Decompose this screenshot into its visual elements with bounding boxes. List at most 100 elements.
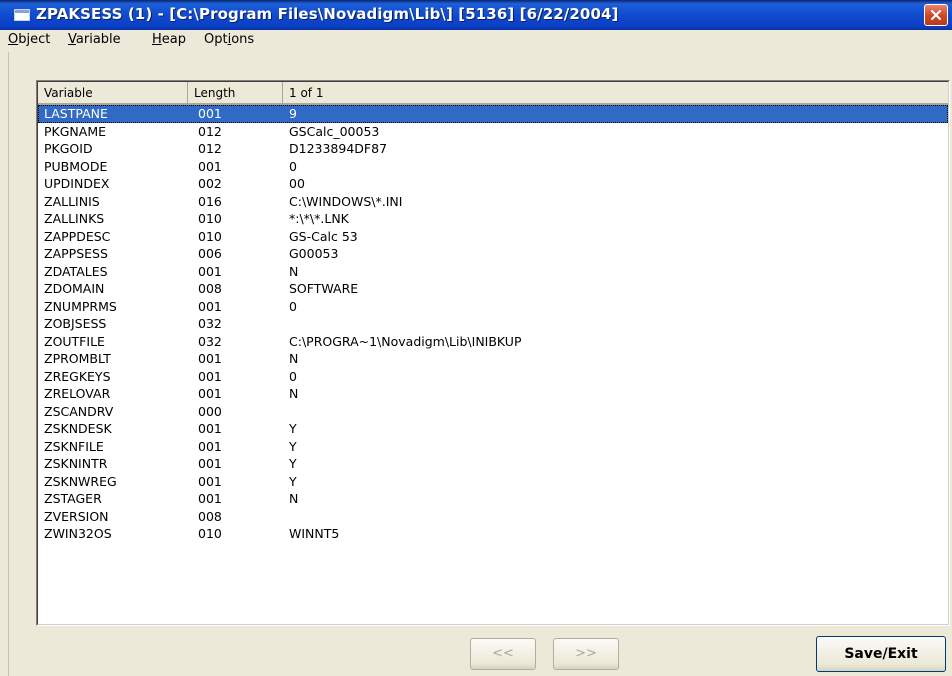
variable-cell: PUBMODE <box>44 158 108 174</box>
variable-cell: ZAPPDESC <box>44 228 111 244</box>
table-row[interactable]: ZVERSION 008 <box>38 508 948 526</box>
table-row[interactable]: ZALLINIS 016 C:\WINDOWS\*.INI <box>38 193 948 211</box>
menu-bar: Object Variable Heap Options <box>0 30 952 52</box>
title-bar[interactable]: ZPAKSESS (1) - [C:\Program Files\Novadig… <box>0 0 952 30</box>
length-cell: 008 <box>198 508 222 524</box>
value-cell: GS-Calc 53 <box>289 228 358 244</box>
table-row[interactable]: ZNUMPRMS 001 0 <box>38 298 948 316</box>
value-cell: WINNT5 <box>289 526 340 541</box>
length-cell: 001 <box>198 438 222 454</box>
table-row[interactable]: ZDOMAIN 008 SOFTWARE <box>38 280 948 298</box>
value-cell: N <box>289 386 299 401</box>
table-row[interactable]: PKGOID 012 D1233894DF87 <box>38 140 948 158</box>
value-cell: Y <box>289 438 297 454</box>
table-row[interactable]: ZDATALES 001 N <box>38 263 948 281</box>
variable-cell: ZSKNFILE <box>44 438 104 454</box>
variable-cell: ZSKNWREG <box>44 473 117 489</box>
table-row[interactable]: ZALLINKS 010 *:\*\*.LNK <box>38 210 948 228</box>
value-cell: Y <box>289 473 297 489</box>
menu-variable[interactable]: Variable <box>68 32 121 47</box>
length-cell: 012 <box>198 123 222 139</box>
value-cell: G00053 <box>289 246 339 261</box>
table-row[interactable]: ZOBJSESS 032 <box>38 315 948 333</box>
table-row[interactable]: UPDINDEX 002 00 <box>38 175 948 193</box>
next-button-label: >> <box>575 646 597 661</box>
table-row[interactable]: PUBMODE 001 0 <box>38 158 948 176</box>
previous-button[interactable]: << <box>470 638 536 670</box>
table-row[interactable]: ZSKNFILE 001 Y <box>38 438 948 456</box>
variable-cell: UPDINDEX <box>44 176 110 191</box>
variable-cell: ZDOMAIN <box>44 281 105 296</box>
variable-cell: PKGNAME <box>44 123 107 139</box>
column-header-value[interactable]: 1 of 1 <box>283 82 948 104</box>
length-cell: 001 <box>198 456 222 471</box>
value-cell: 9 <box>289 106 297 121</box>
table-row[interactable]: ZSTAGER 001 N <box>38 490 948 508</box>
length-cell: 008 <box>198 281 222 296</box>
variable-cell: ZWIN32OS <box>44 526 112 541</box>
table-row[interactable]: ZSCANDRV 000 <box>38 403 948 421</box>
length-cell: 032 <box>198 333 222 349</box>
table-row[interactable]: ZSKNDESK 001 Y <box>38 420 948 438</box>
length-cell: 001 <box>198 421 222 436</box>
variable-cell: ZREGKEYS <box>44 368 111 384</box>
table-row[interactable]: ZSKNINTR 001 Y <box>38 455 948 473</box>
next-button[interactable]: >> <box>553 638 619 670</box>
variable-cell: ZRELOVAR <box>44 386 111 401</box>
save-exit-button-label: Save/Exit <box>844 646 918 662</box>
value-cell: D1233894DF87 <box>289 141 388 156</box>
variables-panel: Variable Length 1 of 1 LASTPANE 001 9 PKGNA… <box>36 80 950 626</box>
left-window-edge <box>0 52 9 676</box>
window-title: ZPAKSESS (1) - [C:\Program Files\Novadig… <box>36 5 619 23</box>
menu-object-label: bject <box>18 32 51 47</box>
value-cell: *:\*\*.LNK <box>289 211 349 226</box>
table-row[interactable]: ZPROMBLT 001 N <box>38 350 948 368</box>
length-cell: 001 <box>198 263 222 279</box>
value-cell: 0 <box>289 368 297 384</box>
value-cell: N <box>289 351 299 366</box>
menu-heap-accel: H <box>152 32 162 47</box>
length-cell: 001 <box>198 351 222 366</box>
table-row[interactable]: ZAPPDESC 010 GS-Calc 53 <box>38 228 948 246</box>
table-row[interactable]: ZREGKEYS 001 0 <box>38 368 948 386</box>
menu-object[interactable]: Object <box>8 32 50 47</box>
list-header: Variable Length 1 of 1 <box>38 82 948 105</box>
variables-list[interactable]: Variable Length 1 of 1 LASTPANE 001 9 PKGNA… <box>38 82 948 624</box>
table-row[interactable]: ZWIN32OS 010 WINNT5 <box>38 525 948 543</box>
length-cell: 001 <box>198 386 222 401</box>
variable-cell: ZNUMPRMS <box>44 298 117 314</box>
length-cell: 001 <box>198 158 222 174</box>
length-cell: 010 <box>198 211 222 226</box>
variable-cell: ZALLINIS <box>44 193 100 209</box>
value-cell: 0 <box>289 158 297 174</box>
close-button[interactable] <box>924 4 948 26</box>
table-row[interactable]: ZSKNWREG 001 Y <box>38 473 948 491</box>
column-header-length[interactable]: Length <box>188 82 283 104</box>
menu-variable-label: ariable <box>75 32 121 47</box>
menu-options[interactable]: Options <box>204 32 254 47</box>
variables-panel-border: Variable Length 1 of 1 LASTPANE 001 9 PKGNA… <box>37 81 949 625</box>
table-row[interactable]: ZAPPSESS 006 G00053 <box>38 245 948 263</box>
variable-cell: ZSKNDESK <box>44 421 112 436</box>
variable-cell: ZPROMBLT <box>44 351 111 366</box>
table-row[interactable]: LASTPANE 001 9 <box>38 105 948 123</box>
variable-cell: ZSTAGER <box>44 491 102 506</box>
value-cell: N <box>289 263 299 279</box>
table-row[interactable]: ZRELOVAR 001 N <box>38 385 948 403</box>
length-cell: 010 <box>198 228 222 244</box>
column-header-variable[interactable]: Variable <box>38 82 188 104</box>
value-cell: SOFTWARE <box>289 281 359 296</box>
length-cell: 002 <box>198 176 222 191</box>
value-cell: C:\WINDOWS\*.INI <box>289 193 403 209</box>
menu-options-pre: Opt <box>204 32 228 47</box>
app-window-icon <box>14 9 30 21</box>
length-cell: 001 <box>198 491 222 506</box>
menu-heap[interactable]: Heap <box>152 32 186 47</box>
table-row[interactable]: ZOUTFILE 032 C:\PROGRA~1\Novadigm\Lib\INIB… <box>38 333 948 351</box>
length-cell: 001 <box>198 298 222 314</box>
menu-heap-label: eap <box>161 32 186 47</box>
save-exit-button[interactable]: Save/Exit <box>816 636 946 672</box>
length-cell: 006 <box>198 246 222 261</box>
length-cell: 012 <box>198 141 222 156</box>
table-row[interactable]: PKGNAME 012 GSCalc_00053 <box>38 123 948 141</box>
